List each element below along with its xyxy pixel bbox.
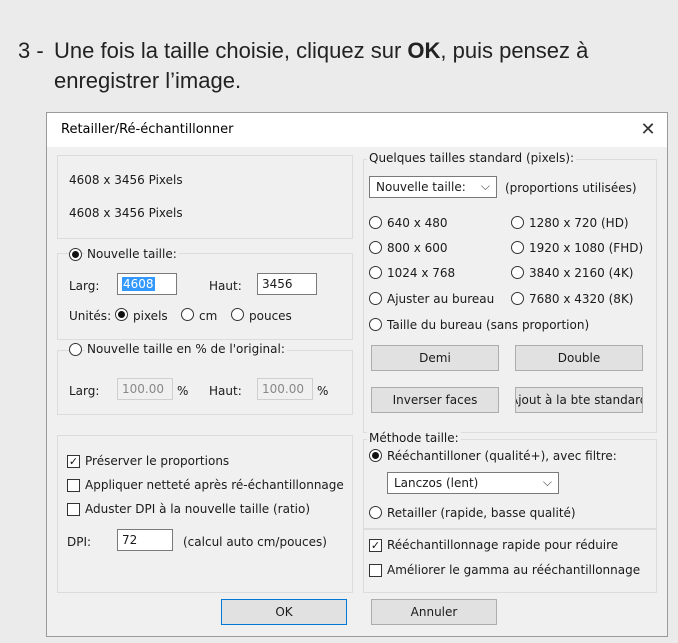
size-7680-label: 7680 x 4320 (8K) (529, 292, 634, 306)
percent-height-input[interactable]: 100.00 (257, 378, 313, 400)
unit-pixels-label: pixels (133, 309, 168, 323)
fit-desktop-radio[interactable] (369, 292, 382, 305)
preserve-label: Préserver le proportions (85, 454, 230, 468)
size-640-radio[interactable] (369, 216, 382, 229)
current-size-line-2: 4608 x 3456 Pixels (69, 206, 183, 220)
adjust-dpi-label: Aduster DPI à la nouvelle taille (ratio) (85, 502, 310, 516)
close-icon[interactable]: ✕ (635, 117, 661, 143)
percent-width-label: Larg: (69, 384, 100, 398)
sharpen-checkbox[interactable] (67, 479, 80, 492)
desktop-size-radio[interactable] (369, 318, 382, 331)
percent-width-input[interactable]: 100.00 (117, 378, 173, 400)
size-800-label: 800 x 600 (387, 241, 448, 255)
resize-label: Retailler (rapide, basse qualité) (387, 506, 576, 520)
units-label: Unités: (69, 309, 112, 323)
size-3840-label: 3840 x 2160 (4K) (529, 266, 634, 280)
new-size-radio[interactable] (69, 248, 82, 261)
resize-dialog: Retailler/Ré-échantillonner ✕ 4608 x 345… (46, 112, 668, 637)
width-label: Larg: (69, 279, 100, 293)
unit-cm-label: cm (199, 309, 218, 323)
size-1280-label: 1280 x 720 (HD) (529, 216, 629, 230)
preserve-checkbox[interactable]: ✓ (67, 455, 80, 468)
percent-label: Nouvelle taille en % de l'original: (85, 342, 287, 356)
swap-sides-button[interactable]: Inverser faces (371, 387, 499, 413)
size-640-label: 640 x 480 (387, 216, 448, 230)
size-1920-label: 1920 x 1080 (FHD) (529, 241, 644, 255)
unit-inches-label: pouces (249, 309, 292, 323)
height-input[interactable]: 3456 (257, 273, 317, 295)
unit-inches-radio[interactable] (231, 308, 244, 321)
unit-cm-radio[interactable] (181, 308, 194, 321)
size-3840-radio[interactable] (511, 266, 524, 279)
double-button[interactable]: Double (515, 345, 643, 371)
percent-width-unit: % (177, 384, 189, 398)
percent-radio[interactable] (69, 343, 82, 356)
proportions-note: (proportions utilisées) (505, 181, 637, 195)
standard-sizes-label: Quelques tailles standard (pixels): (367, 151, 577, 165)
cancel-button[interactable]: Annuler (371, 599, 497, 625)
step-number: 3 - (18, 38, 44, 63)
current-size-group (57, 155, 353, 239)
unit-pixels-radio[interactable] (115, 308, 128, 321)
ok-emphasis: OK (407, 38, 441, 63)
size-1024-label: 1024 x 768 (387, 266, 456, 280)
gamma-checkbox[interactable] (369, 564, 382, 577)
percent-height-label: Haut: (209, 384, 242, 398)
size-1280-radio[interactable] (511, 216, 524, 229)
add-standard-button[interactable]: Ajout à la bte standard (515, 387, 643, 413)
desktop-size-label: Taille du bureau (sans proportion) (387, 318, 590, 332)
size-800-radio[interactable] (369, 241, 382, 254)
fast-resample-label: Rééchantillonnage rapide pour réduire (387, 538, 619, 552)
size-1920-radio[interactable] (511, 241, 524, 254)
standard-size-select[interactable]: Nouvelle taille: ⌵ (369, 176, 497, 198)
width-input[interactable]: 4608 (117, 273, 177, 295)
chevron-down-icon: ⌵ (542, 475, 552, 489)
fit-desktop-label: Ajuster au bureau (387, 292, 495, 306)
dpi-note: (calcul auto cm/pouces) (183, 535, 327, 549)
percent-height-unit: % (317, 384, 329, 398)
size-7680-radio[interactable] (511, 292, 524, 305)
new-size-label: Nouvelle taille: (85, 247, 179, 261)
half-button[interactable]: Demi (371, 345, 499, 371)
title-bar: Retailler/Ré-échantillonner ✕ (47, 113, 667, 147)
current-size-line-1: 4608 x 3456 Pixels (69, 173, 183, 187)
fast-resample-checkbox[interactable]: ✓ (369, 539, 382, 552)
filter-select[interactable]: Lanczos (lent) ⌵ (387, 472, 559, 494)
chevron-down-icon: ⌵ (480, 179, 490, 193)
sharpen-label: Appliquer netteté après ré-échantillonna… (85, 478, 344, 492)
step-text: Une fois la taille choisie, cliquez sur … (54, 38, 589, 93)
height-label: Haut: (209, 279, 242, 293)
size-1024-radio[interactable] (369, 266, 382, 279)
dialog-title: Retailler/Ré-échantillonner (61, 122, 234, 137)
resample-label: Rééchantilloner (qualité+), avec filtre: (387, 449, 617, 463)
dpi-input[interactable]: 72 (117, 529, 173, 551)
gamma-label: Améliorer le gamma au rééchantillonnage (387, 563, 641, 577)
resize-radio[interactable] (369, 506, 382, 519)
new-size-group (57, 253, 353, 340)
adjust-dpi-checkbox[interactable] (67, 503, 80, 516)
method-label: Méthode taille: (367, 431, 461, 445)
dpi-label: DPI: (67, 535, 92, 549)
ok-button[interactable]: OK (221, 599, 347, 625)
resample-radio[interactable] (369, 449, 382, 462)
